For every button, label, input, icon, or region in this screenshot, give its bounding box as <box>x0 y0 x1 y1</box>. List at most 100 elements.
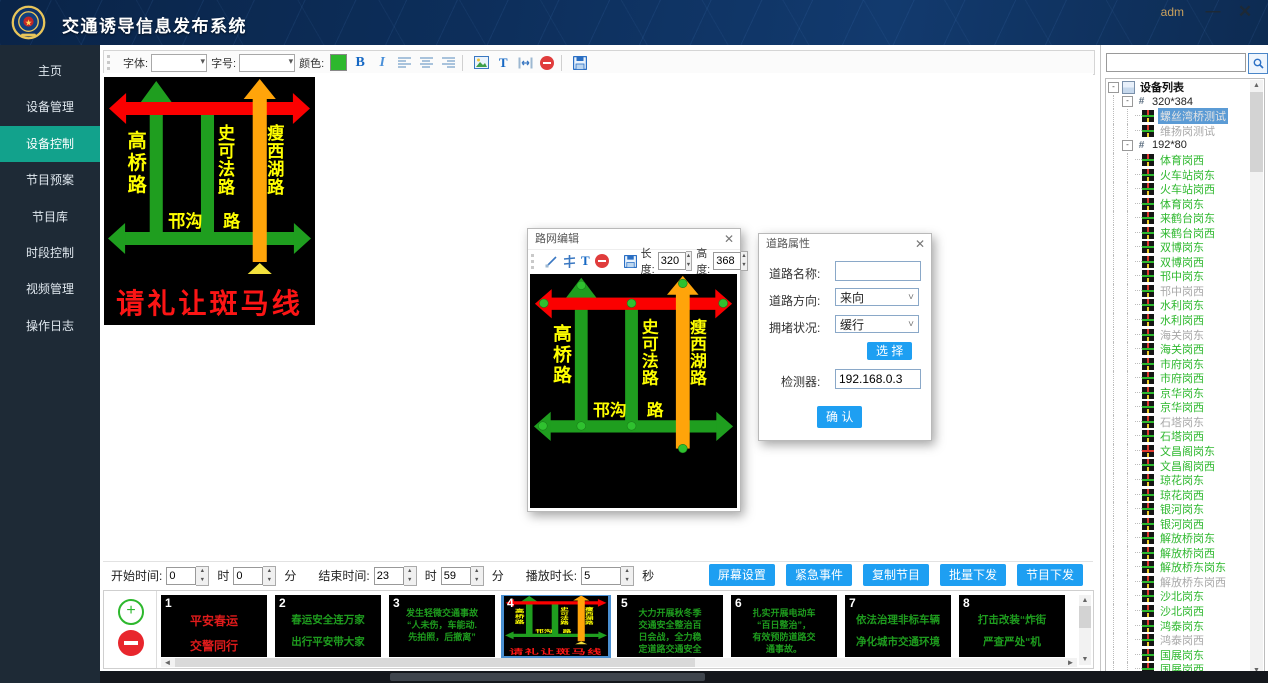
playlist-item[interactable]: 5大力开展秋冬季交通安全整治百日会战，全力稳定道路交通安全形势！ <box>617 595 723 657</box>
tree-device-item[interactable]: 市府岗东 <box>1107 356 1251 371</box>
road-anchor-dot[interactable] <box>678 444 687 452</box>
tree-device-item[interactable]: 海关岗东 <box>1107 327 1251 342</box>
tree-device-item[interactable]: 京华岗西 <box>1107 400 1251 415</box>
end-minute-spinner[interactable]: ▲▼ <box>471 566 484 586</box>
confirm-button[interactable]: 确 认 <box>817 406 862 428</box>
tree-device-item[interactable]: 琼花岗西 <box>1107 487 1251 502</box>
sidebar-item-3[interactable]: 节目预案 <box>0 162 100 198</box>
tree-device-item[interactable]: 琼花岗东 <box>1107 473 1251 488</box>
toolbar-grip[interactable] <box>531 254 534 269</box>
tree-device-item[interactable]: 来鹤台岗东 <box>1107 211 1251 226</box>
add-program-button[interactable]: + <box>118 599 144 625</box>
select-detector-button[interactable]: 选 择 <box>867 342 912 360</box>
logged-in-user[interactable]: adm <box>1161 5 1184 19</box>
playlist-item[interactable]: 6扎实开展电动车“百日整治”，有效预防道路交通事故。 <box>731 595 837 657</box>
italic-button[interactable]: I <box>373 54 391 72</box>
action-button-1[interactable]: 紧急事件 <box>786 564 852 586</box>
close-button[interactable]: ✕ <box>1234 2 1256 22</box>
tree-device-item[interactable]: 双博岗东 <box>1107 240 1251 255</box>
tree-device-item[interactable]: 解放桥东岗东 <box>1107 560 1251 575</box>
start-minute-spinner[interactable]: ▲▼ <box>263 566 276 586</box>
font-select[interactable] <box>151 54 207 72</box>
tree-device-item[interactable]: 文昌阁岗东 <box>1107 444 1251 459</box>
tree-scrollbar[interactable]: ▲ ▼ <box>1250 80 1263 676</box>
road-anchor-dot[interactable] <box>577 281 586 289</box>
sidebar-item-0[interactable]: 主页 <box>0 53 100 89</box>
tree-device-item[interactable]: 沙北岗西 <box>1107 604 1251 619</box>
end-minute-input[interactable] <box>441 567 471 585</box>
sidebar-item-5[interactable]: 时段控制 <box>0 235 100 271</box>
tree-group-label[interactable]: 320*384 <box>1150 96 1195 108</box>
tree-device-item[interactable]: 火车站岗东 <box>1107 167 1251 182</box>
save-roadnet-button[interactable] <box>624 253 637 269</box>
congestion-select[interactable]: 缓行 <box>835 315 919 333</box>
tree-device-item[interactable]: 市府岗西 <box>1107 371 1251 386</box>
start-minute-input[interactable] <box>233 567 263 585</box>
tree-device-item[interactable]: 沙北岗东 <box>1107 589 1251 604</box>
road-anchor-dot[interactable] <box>539 299 548 307</box>
insert-image-button[interactable] <box>472 54 490 72</box>
tree-group-label[interactable]: 192*80 <box>1150 139 1189 151</box>
text-tool-button[interactable]: T <box>494 54 512 72</box>
roadnet-canvas[interactable]: 高桥路史可法路瘦西湖路邗沟路 <box>530 274 737 508</box>
tree-device-item[interactable]: 双博岗西 <box>1107 255 1251 270</box>
road-anchor-dot[interactable] <box>538 422 547 430</box>
tree-expander[interactable]: - <box>1122 140 1133 151</box>
color-swatch[interactable] <box>330 54 347 71</box>
action-button-2[interactable]: 复制节目 <box>863 564 929 586</box>
scroll-up-icon[interactable]: ▲ <box>1079 595 1091 606</box>
road-name-input[interactable] <box>835 261 921 281</box>
tree-device-item[interactable]: 京华岗东 <box>1107 385 1251 400</box>
marquee-text-button[interactable] <box>516 54 534 72</box>
road-direction-select[interactable]: 来向 <box>835 288 919 306</box>
dialog-close-icon[interactable]: ✕ <box>915 234 925 254</box>
playlist-item[interactable]: 4请礼让斑马线高桥路史可法路瘦西湖路邗沟路 <box>503 595 609 657</box>
tree-device-item[interactable]: 国展岗东 <box>1107 647 1251 662</box>
tree-device-item[interactable]: 体育岗西 <box>1107 153 1251 168</box>
tree-device-item[interactable]: 邗中岗东 <box>1107 269 1251 284</box>
start-hour-input[interactable] <box>166 567 196 585</box>
detector-input[interactable] <box>835 369 921 389</box>
sidebar-item-7[interactable]: 操作日志 <box>0 308 100 344</box>
tree-device-item[interactable]: 石塔岗西 <box>1107 429 1251 444</box>
playlist-item[interactable]: 7依法治理非标车辆净化城市交通环境 <box>845 595 951 657</box>
minimize-button[interactable]: — <box>1202 2 1224 22</box>
align-left-button[interactable] <box>395 54 413 72</box>
end-hour-spinner[interactable]: ▲▼ <box>404 566 417 586</box>
height-spinner[interactable]: ▲▼ <box>741 251 747 271</box>
search-button[interactable] <box>1248 53 1268 74</box>
tree-root-label[interactable]: 设备列表 <box>1138 80 1186 95</box>
sidebar-item-4[interactable]: 节目库 <box>0 199 100 235</box>
tree-device-item[interactable]: 来鹤台岗西 <box>1107 225 1251 240</box>
length-spinner[interactable]: ▲▼ <box>686 251 692 271</box>
crossing-tool-button[interactable] <box>563 253 576 269</box>
scroll-down-icon[interactable]: ▼ <box>1079 654 1091 665</box>
page-hscrollbar[interactable] <box>100 671 1268 683</box>
search-input[interactable] <box>1106 53 1246 72</box>
tree-device-item[interactable]: 解放桥岗西 <box>1107 546 1251 561</box>
tree-device-item[interactable]: 银河岗西 <box>1107 516 1251 531</box>
sidebar-item-6[interactable]: 视频管理 <box>0 271 100 307</box>
tree-device-item[interactable]: 解放桥东岗西 <box>1107 575 1251 590</box>
save-button[interactable] <box>571 54 589 72</box>
tree-device-item[interactable]: 文昌阁岗西 <box>1107 458 1251 473</box>
length-input[interactable] <box>658 252 686 270</box>
action-button-0[interactable]: 屏幕设置 <box>709 564 775 586</box>
dialog-close-icon[interactable]: ✕ <box>724 229 734 249</box>
tree-device-item[interactable]: 维扬岗测试 <box>1107 124 1251 139</box>
sidebar-item-2[interactable]: 设备控制 <box>0 126 100 162</box>
start-hour-spinner[interactable]: ▲▼ <box>196 566 209 586</box>
font-size-select[interactable] <box>239 54 295 72</box>
duration-spinner[interactable]: ▲▼ <box>621 566 634 586</box>
height-input[interactable] <box>713 252 741 270</box>
editor-canvas[interactable]: 请礼让斑马线高桥路史可法路瘦西湖路邗沟路 路网编辑 ✕ <box>103 73 1093 561</box>
scroll-left-icon[interactable]: ◄ <box>161 658 174 667</box>
road-anchor-dot[interactable] <box>627 422 636 430</box>
toolbar-grip[interactable] <box>107 55 113 70</box>
tree-group[interactable]: -#320*384 <box>1107 95 1251 110</box>
tree-device-item[interactable]: 鸿泰岗东 <box>1107 618 1251 633</box>
playlist-item[interactable]: 1平安春运交警同行 <box>161 595 267 657</box>
align-center-button[interactable] <box>417 54 435 72</box>
tree-root[interactable]: -设备列表 <box>1107 80 1251 95</box>
remove-program-button[interactable] <box>118 630 144 656</box>
